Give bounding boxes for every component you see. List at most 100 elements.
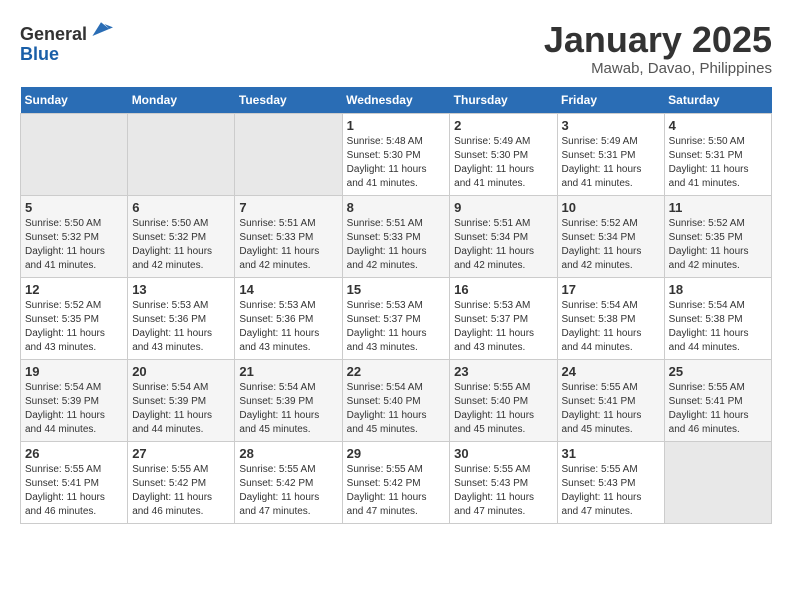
- day-info: Sunrise: 5:51 AMSunset: 5:33 PMDaylight:…: [239, 217, 337, 273]
- day-info: Sunrise: 5:55 AMSunset: 5:43 PMDaylight:…: [454, 463, 552, 519]
- day-number: 20: [132, 364, 230, 379]
- day-number: 25: [669, 364, 767, 379]
- day-info: Sunrise: 5:54 AMSunset: 5:39 PMDaylight:…: [25, 381, 123, 437]
- day-number: 2: [454, 118, 552, 133]
- day-number: 1: [347, 118, 446, 133]
- day-info: Sunrise: 5:54 AMSunset: 5:39 PMDaylight:…: [132, 381, 230, 437]
- page-header: General Blue January 2025 Mawab, Davao, …: [20, 20, 772, 77]
- day-number: 14: [239, 282, 337, 297]
- day-number: 16: [454, 282, 552, 297]
- day-number: 12: [25, 282, 123, 297]
- day-info: Sunrise: 5:50 AMSunset: 5:32 PMDaylight:…: [132, 217, 230, 273]
- logo-general: General: [20, 24, 87, 44]
- day-number: 28: [239, 446, 337, 461]
- day-info: Sunrise: 5:49 AMSunset: 5:31 PMDaylight:…: [562, 135, 660, 191]
- day-cell: 14 Sunrise: 5:53 AMSunset: 5:36 PMDayligh…: [235, 277, 342, 359]
- day-cell: 23Sunrise: 5:55 AMSunset: 5:40 PMDayligh…: [450, 359, 557, 441]
- day-cell: 31 Sunrise: 5:55 AMSunset: 5:43 PMDayligh…: [557, 441, 664, 523]
- day-info: Sunrise: 5:53 AMSunset: 5:36 PMDaylight:…: [239, 299, 337, 355]
- day-cell: 5 Sunrise: 5:50 AMSunset: 5:32 PMDaylight…: [21, 195, 128, 277]
- day-info: Sunrise: 5:53 AMSunset: 5:37 PMDaylight:…: [347, 299, 446, 355]
- location: Mawab, Davao, Philippines: [544, 60, 772, 77]
- day-number: 26: [25, 446, 123, 461]
- day-cell: 16 Sunrise: 5:53 AMSunset: 5:37 PMDayligh…: [450, 277, 557, 359]
- weekday-friday: Friday: [557, 87, 664, 114]
- day-info: Sunrise: 5:52 AMSunset: 5:34 PMDaylight:…: [562, 217, 660, 273]
- day-info: Sunrise: 5:54 AMSunset: 5:38 PMDaylight:…: [669, 299, 767, 355]
- day-number: 6: [132, 200, 230, 215]
- day-cell: 18Sunrise: 5:54 AMSunset: 5:38 PMDayligh…: [664, 277, 771, 359]
- day-cell: 20 Sunrise: 5:54 AMSunset: 5:39 PMDayligh…: [128, 359, 235, 441]
- day-cell: 26 Sunrise: 5:55 AMSunset: 5:41 PMDayligh…: [21, 441, 128, 523]
- day-cell: 7 Sunrise: 5:51 AMSunset: 5:33 PMDaylight…: [235, 195, 342, 277]
- day-info: Sunrise: 5:51 AMSunset: 5:34 PMDaylight:…: [454, 217, 552, 273]
- day-number: 10: [562, 200, 660, 215]
- day-cell: 13Sunrise: 5:53 AMSunset: 5:36 PMDayligh…: [128, 277, 235, 359]
- day-cell: 3 Sunrise: 5:49 AMSunset: 5:31 PMDaylight…: [557, 113, 664, 195]
- day-number: 4: [669, 118, 767, 133]
- day-info: Sunrise: 5:55 AMSunset: 5:41 PMDaylight:…: [562, 381, 660, 437]
- day-number: 8: [347, 200, 446, 215]
- day-cell: 10 Sunrise: 5:52 AMSunset: 5:34 PMDayligh…: [557, 195, 664, 277]
- day-cell: 6 Sunrise: 5:50 AMSunset: 5:32 PMDaylight…: [128, 195, 235, 277]
- day-info: Sunrise: 5:55 AMSunset: 5:43 PMDaylight:…: [562, 463, 660, 519]
- day-number: 31: [562, 446, 660, 461]
- weekday-header-row: SundayMondayTuesdayWednesdayThursdayFrid…: [21, 87, 772, 114]
- weekday-sunday: Sunday: [21, 87, 128, 114]
- day-cell: 29Sunrise: 5:55 AMSunset: 5:42 PMDayligh…: [342, 441, 450, 523]
- day-cell: 15 Sunrise: 5:53 AMSunset: 5:37 PMDayligh…: [342, 277, 450, 359]
- day-info: Sunrise: 5:55 AMSunset: 5:41 PMDaylight:…: [669, 381, 767, 437]
- day-info: Sunrise: 5:54 AMSunset: 5:39 PMDaylight:…: [239, 381, 337, 437]
- day-number: 15: [347, 282, 446, 297]
- month-title: January 2025: [544, 20, 772, 60]
- day-cell: 19Sunrise: 5:54 AMSunset: 5:39 PMDayligh…: [21, 359, 128, 441]
- day-number: 9: [454, 200, 552, 215]
- day-info: Sunrise: 5:52 AMSunset: 5:35 PMDaylight:…: [25, 299, 123, 355]
- day-number: 3: [562, 118, 660, 133]
- day-info: Sunrise: 5:55 AMSunset: 5:40 PMDaylight:…: [454, 381, 552, 437]
- calendar-table: SundayMondayTuesdayWednesdayThursdayFrid…: [20, 87, 772, 524]
- weekday-thursday: Thursday: [450, 87, 557, 114]
- weekday-tuesday: Tuesday: [235, 87, 342, 114]
- title-block: January 2025 Mawab, Davao, Philippines: [544, 20, 772, 77]
- logo-blue: Blue: [20, 44, 59, 64]
- day-cell: 27Sunrise: 5:55 AMSunset: 5:42 PMDayligh…: [128, 441, 235, 523]
- day-info: Sunrise: 5:54 AMSunset: 5:40 PMDaylight:…: [347, 381, 446, 437]
- day-cell: 9 Sunrise: 5:51 AMSunset: 5:34 PMDaylight…: [450, 195, 557, 277]
- week-row-1: 1 Sunrise: 5:48 AMSunset: 5:30 PMDaylight…: [21, 113, 772, 195]
- weekday-saturday: Saturday: [664, 87, 771, 114]
- day-number: 11: [669, 200, 767, 215]
- day-cell: 30 Sunrise: 5:55 AMSunset: 5:43 PMDayligh…: [450, 441, 557, 523]
- day-info: Sunrise: 5:54 AMSunset: 5:38 PMDaylight:…: [562, 299, 660, 355]
- day-info: Sunrise: 5:55 AMSunset: 5:42 PMDaylight:…: [132, 463, 230, 519]
- week-row-5: 26 Sunrise: 5:55 AMSunset: 5:41 PMDayligh…: [21, 441, 772, 523]
- day-info: Sunrise: 5:53 AMSunset: 5:37 PMDaylight:…: [454, 299, 552, 355]
- week-row-3: 12 Sunrise: 5:52 AMSunset: 5:35 PMDayligh…: [21, 277, 772, 359]
- day-cell: 24 Sunrise: 5:55 AMSunset: 5:41 PMDayligh…: [557, 359, 664, 441]
- day-info: Sunrise: 5:51 AMSunset: 5:33 PMDaylight:…: [347, 217, 446, 273]
- day-number: 5: [25, 200, 123, 215]
- week-row-2: 5 Sunrise: 5:50 AMSunset: 5:32 PMDaylight…: [21, 195, 772, 277]
- day-cell: 8 Sunrise: 5:51 AMSunset: 5:33 PMDaylight…: [342, 195, 450, 277]
- weekday-monday: Monday: [128, 87, 235, 114]
- day-number: 29: [347, 446, 446, 461]
- day-cell: 21 Sunrise: 5:54 AMSunset: 5:39 PMDayligh…: [235, 359, 342, 441]
- day-number: 30: [454, 446, 552, 461]
- weekday-wednesday: Wednesday: [342, 87, 450, 114]
- day-cell: 11Sunrise: 5:52 AMSunset: 5:35 PMDayligh…: [664, 195, 771, 277]
- day-cell: 17 Sunrise: 5:54 AMSunset: 5:38 PMDayligh…: [557, 277, 664, 359]
- day-cell: [21, 113, 128, 195]
- day-number: 13: [132, 282, 230, 297]
- day-info: Sunrise: 5:50 AMSunset: 5:32 PMDaylight:…: [25, 217, 123, 273]
- day-cell: 25 Sunrise: 5:55 AMSunset: 5:41 PMDayligh…: [664, 359, 771, 441]
- day-info: Sunrise: 5:48 AMSunset: 5:30 PMDaylight:…: [347, 135, 446, 191]
- day-cell: [128, 113, 235, 195]
- day-number: 22: [347, 364, 446, 379]
- day-number: 21: [239, 364, 337, 379]
- logo: General Blue: [20, 20, 113, 65]
- day-info: Sunrise: 5:55 AMSunset: 5:41 PMDaylight:…: [25, 463, 123, 519]
- day-number: 17: [562, 282, 660, 297]
- day-number: 24: [562, 364, 660, 379]
- day-number: 7: [239, 200, 337, 215]
- day-cell: 12 Sunrise: 5:52 AMSunset: 5:35 PMDayligh…: [21, 277, 128, 359]
